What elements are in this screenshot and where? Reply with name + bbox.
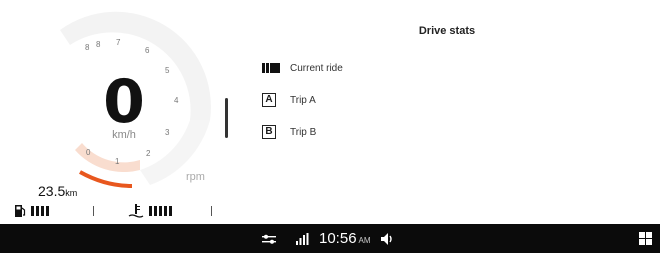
clock-ampm: AM [358, 236, 371, 245]
menu-item-trip-a[interactable]: A Trip A [262, 90, 316, 110]
odometer: 23.5km [38, 183, 77, 199]
fuel-empty-marker [93, 206, 94, 216]
status-center: 10:56 AM [262, 224, 395, 253]
status-bar: 10:56 AM [0, 224, 660, 253]
volume-icon[interactable] [380, 232, 395, 245]
apps-grid-icon[interactable] [639, 232, 652, 245]
settings-sliders-icon[interactable] [262, 234, 276, 244]
rpm-tick-label: 3 [165, 128, 170, 137]
rpm-tick-label: 8 [85, 43, 90, 52]
rpm-tick-label: 1 [115, 157, 120, 166]
fuel-pump-icon [15, 205, 26, 217]
fuel-level-bars [31, 206, 49, 216]
rpm-tick-label: 4 [174, 96, 179, 105]
speed-unit: km/h [112, 129, 136, 141]
speed-readout: 0 [101, 67, 147, 137]
rpm-tick-label: 6 [145, 46, 150, 55]
trip-a-icon: A [262, 93, 276, 107]
signal-icon [296, 232, 309, 245]
speed-value: 0 [103, 67, 145, 137]
coolant-temp-gauge [128, 203, 172, 219]
instrument-cluster: 8 8 7 6 5 4 3 2 1 0 0 km/h rpm 23.5km [0, 0, 222, 224]
fuel-gauge [14, 203, 49, 219]
current-ride-icon [262, 63, 281, 73]
menu-item-label: Trip A [290, 94, 316, 106]
rpm-tick-label: 8 [96, 40, 101, 49]
menu-item-trip-b[interactable]: B Trip B [262, 122, 316, 142]
rpm-redline-band [75, 143, 140, 173]
temp-level-bars [149, 206, 172, 216]
temp-max-marker [211, 206, 212, 216]
clock-time: 10:56 [319, 230, 357, 247]
rpm-tick-label: 5 [165, 66, 170, 75]
trip-b-icon: B [262, 125, 276, 139]
panel-drag-handle[interactable] [225, 98, 228, 138]
coolant-temp-icon [128, 204, 144, 218]
clock: 10:56 AM [319, 230, 371, 247]
odometer-value: 23.5 [38, 183, 66, 199]
rpm-tick-label: 0 [86, 148, 91, 157]
rpm-tick-label: 2 [146, 149, 151, 158]
menu-item-label: Trip B [290, 126, 317, 138]
rpm-tick-label: 7 [116, 38, 121, 47]
odometer-unit: km [65, 188, 78, 198]
rpm-active-arc [79, 170, 133, 188]
rpm-label: rpm [186, 171, 205, 183]
menu-item-label: Current ride [290, 62, 343, 74]
panel-title: Drive stats [418, 25, 476, 37]
menu-item-current-ride[interactable]: Current ride [262, 58, 343, 78]
